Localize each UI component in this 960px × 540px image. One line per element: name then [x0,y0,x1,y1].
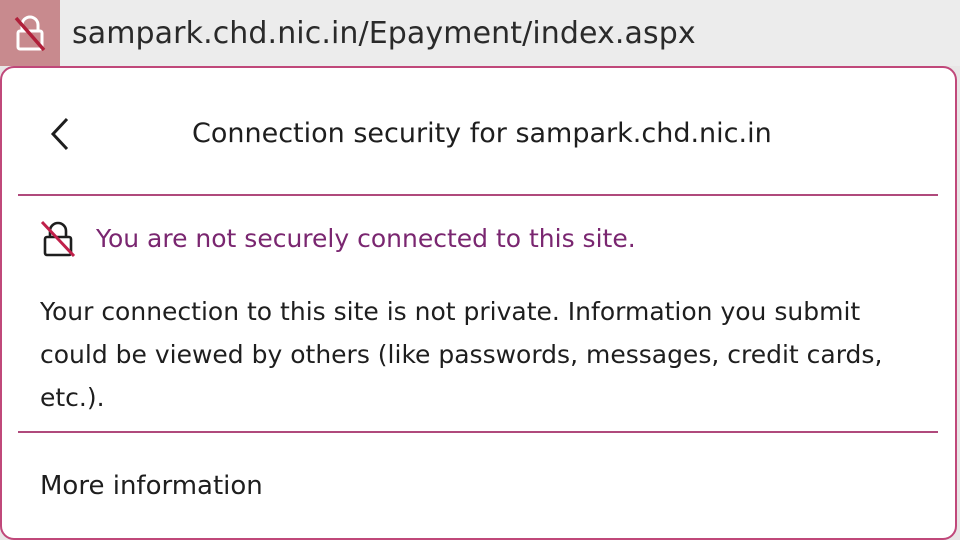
address-bar: sampark.chd.nic.in/Epayment/index.aspx [0,0,960,66]
chevron-left-icon [50,117,69,151]
security-description: Your connection to this site is not priv… [40,297,883,412]
divider [18,431,938,433]
connection-security-panel: Connection security for sampark.chd.nic.… [0,66,957,540]
warning-text: You are not securely connected to this s… [96,223,636,253]
divider [18,194,938,196]
more-information-link[interactable]: More information [40,468,263,504]
back-button[interactable] [32,106,88,162]
broken-lock-icon [14,15,46,52]
broken-lock-icon [40,220,76,258]
panel-header: Connection security for sampark.chd.nic.… [2,68,955,194]
url-text[interactable]: sampark.chd.nic.in/Epayment/index.aspx [72,14,696,54]
security-warning: You are not securely connected to this s… [38,218,636,258]
site-info-button[interactable] [0,0,60,66]
panel-title: Connection security for sampark.chd.nic.… [192,118,772,149]
